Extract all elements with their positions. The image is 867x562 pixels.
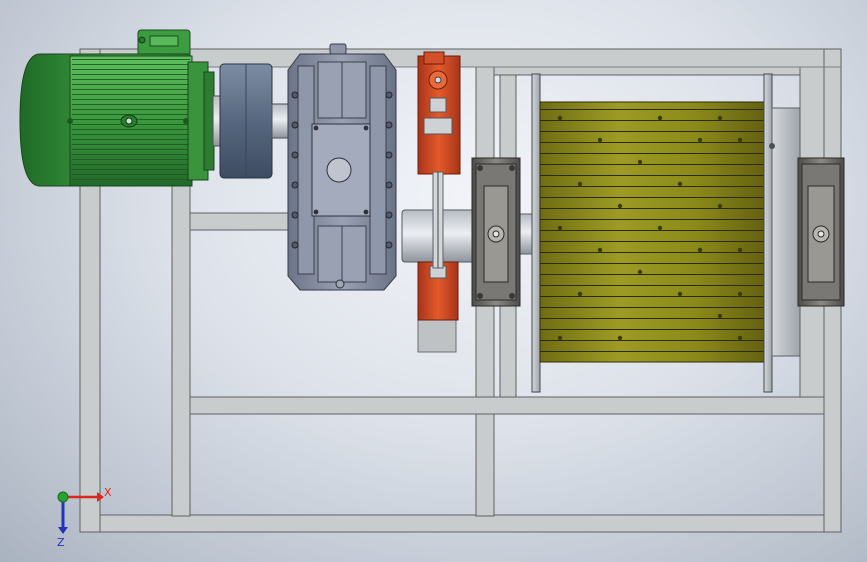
winch-assembly-drawing[interactable]: X Z xyxy=(0,0,867,562)
frame-bottom-rail xyxy=(79,514,842,533)
drum-hub xyxy=(771,107,801,357)
triad-x-label: X xyxy=(104,486,112,499)
pillow-block-bearing-icon[interactable] xyxy=(471,157,521,307)
triad-z-label: Z xyxy=(57,536,65,549)
gearbox-right-housing xyxy=(369,65,387,275)
winch-drum-icon[interactable] xyxy=(531,73,801,393)
frame-motor-rail xyxy=(189,212,291,231)
drum-right-flange xyxy=(763,73,773,393)
cad-viewport[interactable]: X Z xyxy=(0,0,867,562)
frame-mid-rail xyxy=(189,396,825,415)
frame-inner-post-a xyxy=(171,179,191,517)
gearbox-icon[interactable] xyxy=(287,43,397,291)
coupling-icon[interactable] xyxy=(212,63,293,179)
brake-icon[interactable] xyxy=(401,51,477,353)
pillow-block-bearing-icon[interactable] xyxy=(797,157,845,307)
drum-left-flange xyxy=(531,73,541,393)
